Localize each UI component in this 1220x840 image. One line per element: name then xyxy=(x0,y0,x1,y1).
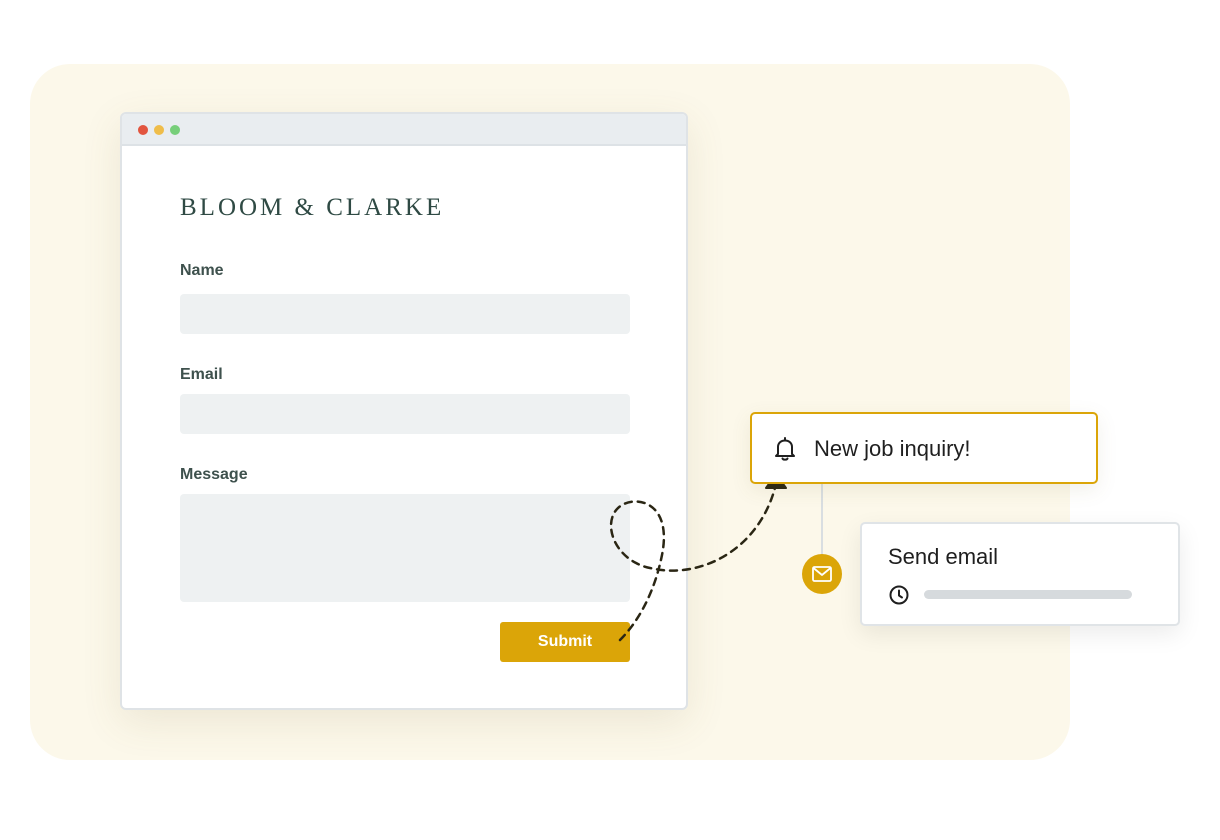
email-field[interactable] xyxy=(180,394,630,434)
action-title: Send email xyxy=(888,544,999,569)
close-dot-icon[interactable] xyxy=(138,125,148,135)
browser-window: BLOOM & CLARKE Name Email Message Submit xyxy=(120,112,688,710)
mail-badge xyxy=(802,554,842,594)
minimize-dot-icon[interactable] xyxy=(154,125,164,135)
clock-icon xyxy=(889,585,909,605)
workflow-connector-line xyxy=(821,484,823,554)
bell-icon xyxy=(775,437,795,461)
email-label: Email xyxy=(180,366,223,383)
action-card[interactable]: Send email xyxy=(860,522,1180,626)
mail-icon xyxy=(812,566,832,582)
trigger-card[interactable]: New job inquiry! xyxy=(750,412,1098,484)
message-field[interactable] xyxy=(180,494,630,602)
maximize-dot-icon[interactable] xyxy=(170,125,180,135)
message-label: Message xyxy=(180,466,248,483)
action-progress-bar xyxy=(924,590,1132,599)
submit-button[interactable]: Submit xyxy=(500,622,630,662)
action-progress-fill xyxy=(924,590,1132,599)
name-field[interactable] xyxy=(180,294,630,334)
name-label: Name xyxy=(180,262,224,279)
brand-logo: BLOOM & CLARKE xyxy=(180,194,445,221)
window-titlebar xyxy=(122,114,686,146)
illustration-stage: BLOOM & CLARKE Name Email Message Submit… xyxy=(0,0,1220,840)
trigger-title: New job inquiry! xyxy=(814,436,971,461)
